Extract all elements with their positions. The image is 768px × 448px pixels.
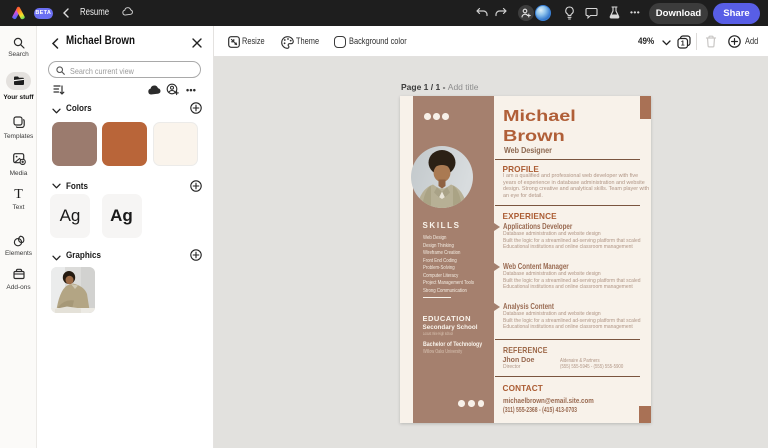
svg-text:1: 1 xyxy=(681,41,685,48)
